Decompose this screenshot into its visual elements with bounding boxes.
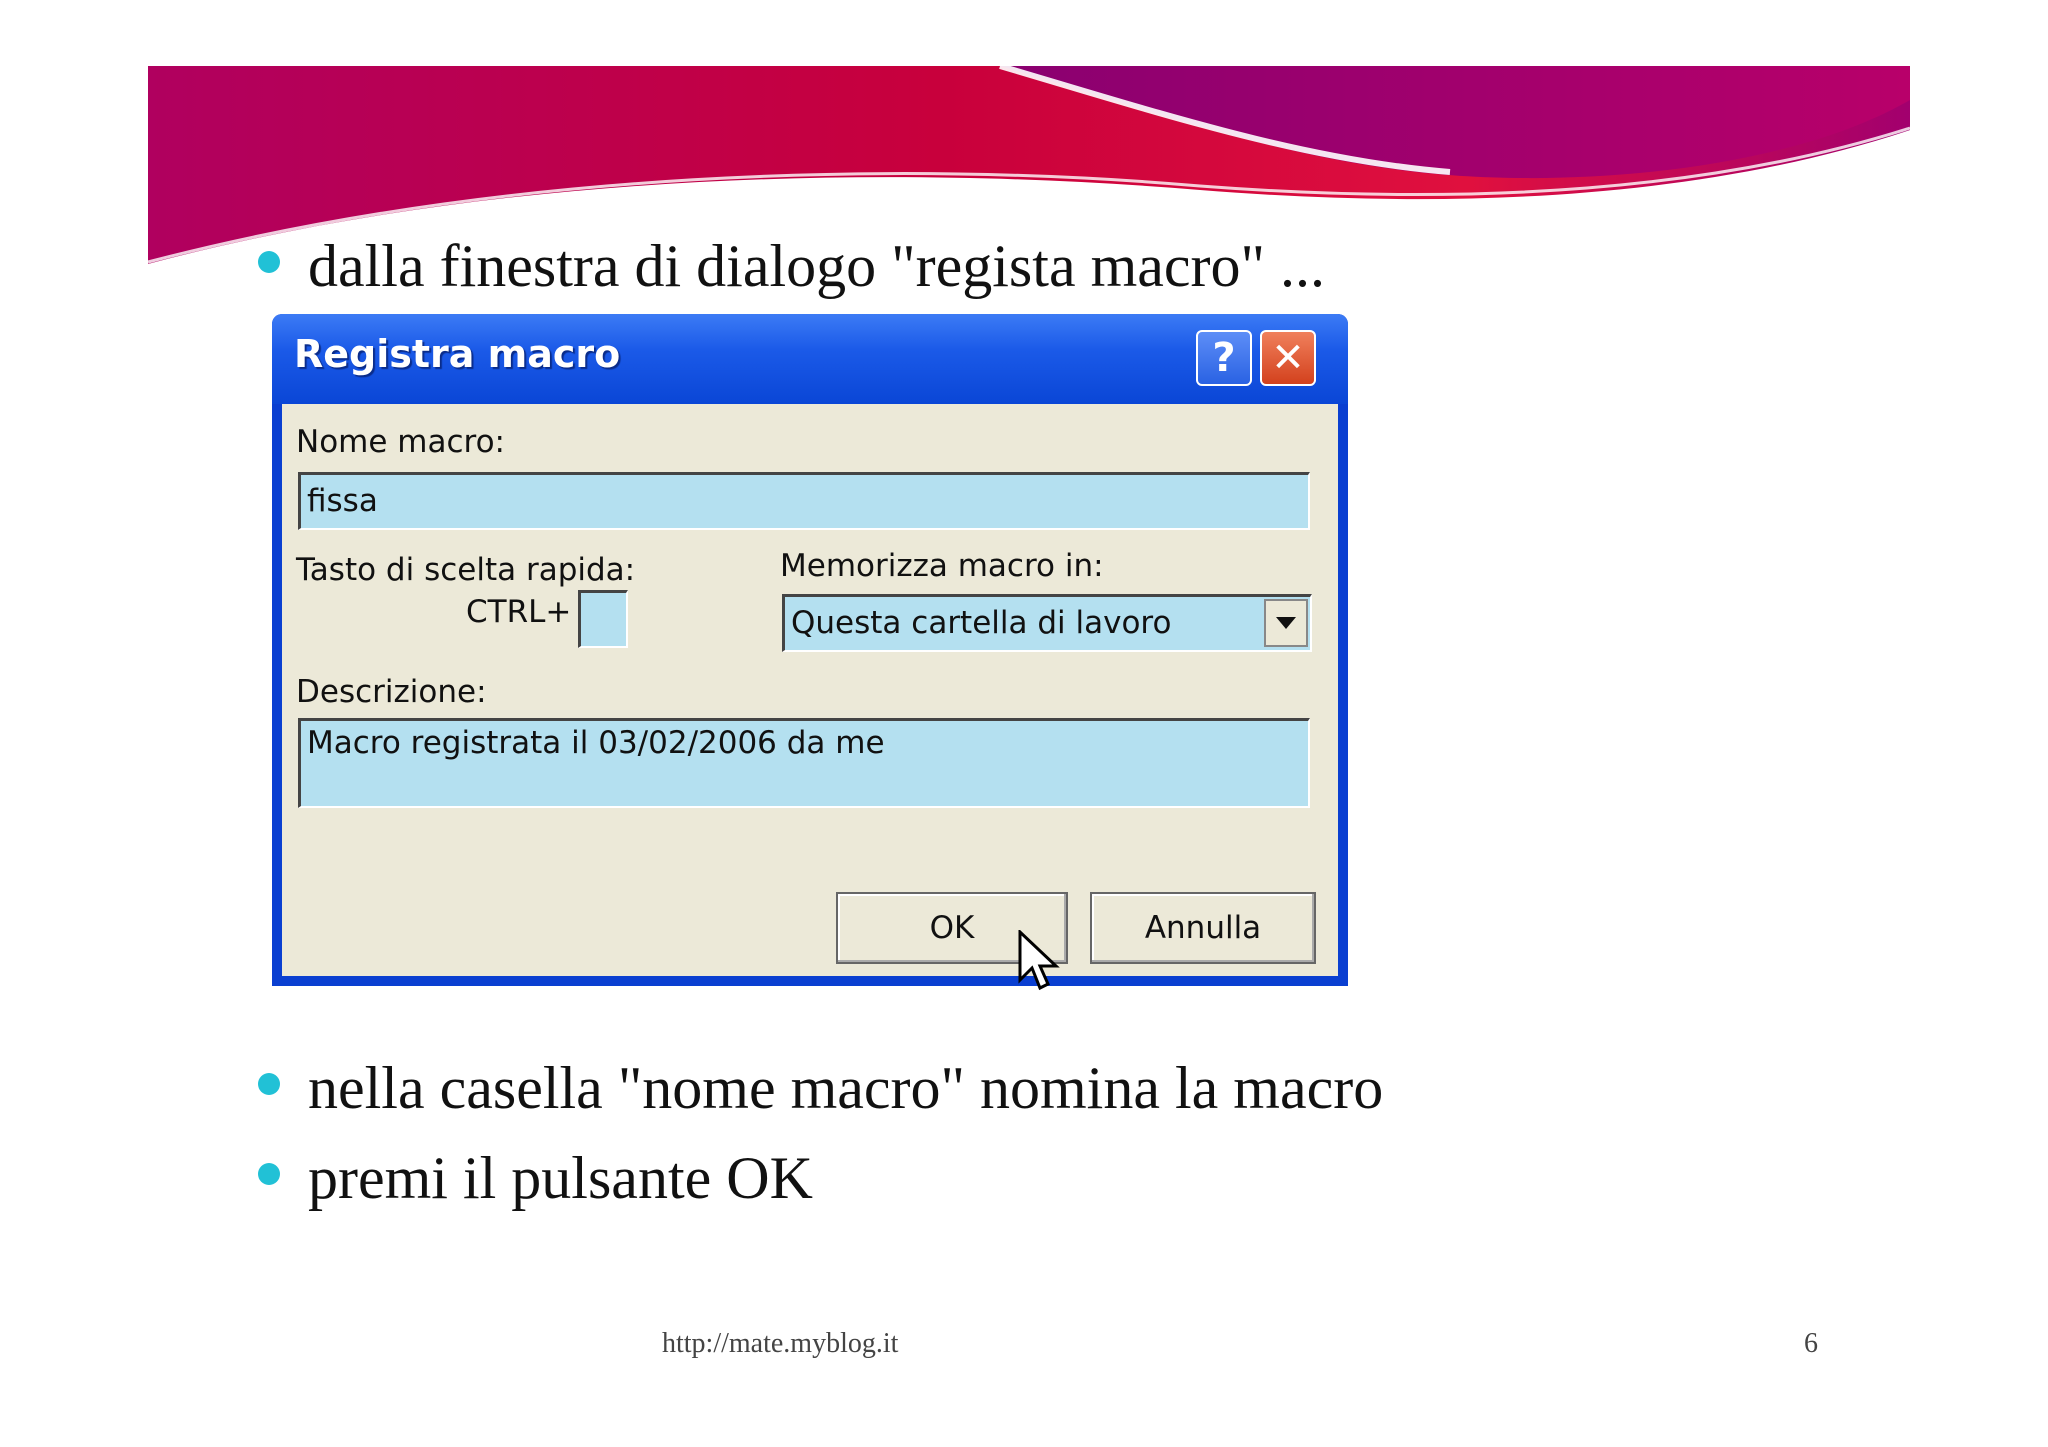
cancel-button[interactable]: Annulla — [1090, 892, 1316, 964]
close-button[interactable]: ✕ — [1260, 330, 1316, 386]
macro-name-input[interactable]: fissa — [298, 472, 1310, 530]
bullet-item-2: nella casella "nome macro" nomina la mac… — [258, 1054, 1383, 1123]
page-number: 6 — [1804, 1328, 1818, 1359]
mouse-pointer-icon — [1018, 930, 1060, 991]
shortcut-key-input[interactable] — [578, 590, 628, 648]
store-in-select[interactable]: Questa cartella di lavoro — [782, 594, 1312, 652]
shortcut-label: Tasto di scelta rapida: — [296, 552, 636, 588]
help-button[interactable]: ? — [1196, 330, 1252, 386]
store-in-selected-value: Questa cartella di lavoro — [791, 605, 1172, 641]
description-label: Descrizione: — [296, 674, 487, 710]
macro-name-label: Nome macro: — [296, 424, 505, 460]
store-in-label: Memorizza macro in: — [780, 548, 1104, 584]
bullet-dot-icon — [258, 1073, 280, 1096]
footer-url: http://mate.myblog.it — [662, 1328, 899, 1359]
ctrl-label: CTRL+ — [466, 594, 572, 630]
dialog-titlebar[interactable]: Registra macro ? ✕ — [272, 314, 1348, 404]
bullet-dot-icon — [258, 251, 280, 274]
registra-macro-dialog: Registra macro ? ✕ Nome macro: fissa Tas… — [272, 314, 1348, 986]
dialog-title: Registra macro — [294, 332, 621, 376]
dropdown-arrow-icon[interactable] — [1264, 599, 1308, 647]
bullet-item-1: dalla finestra di dialogo "regista macro… — [258, 232, 1325, 301]
bullet-dot-icon — [258, 1163, 280, 1186]
bullet-item-3: premi il pulsante OK — [258, 1144, 813, 1213]
dialog-body: Nome macro: fissa Tasto di scelta rapida… — [282, 404, 1338, 976]
description-textarea[interactable]: Macro registrata il 03/02/2006 da me — [298, 718, 1310, 808]
